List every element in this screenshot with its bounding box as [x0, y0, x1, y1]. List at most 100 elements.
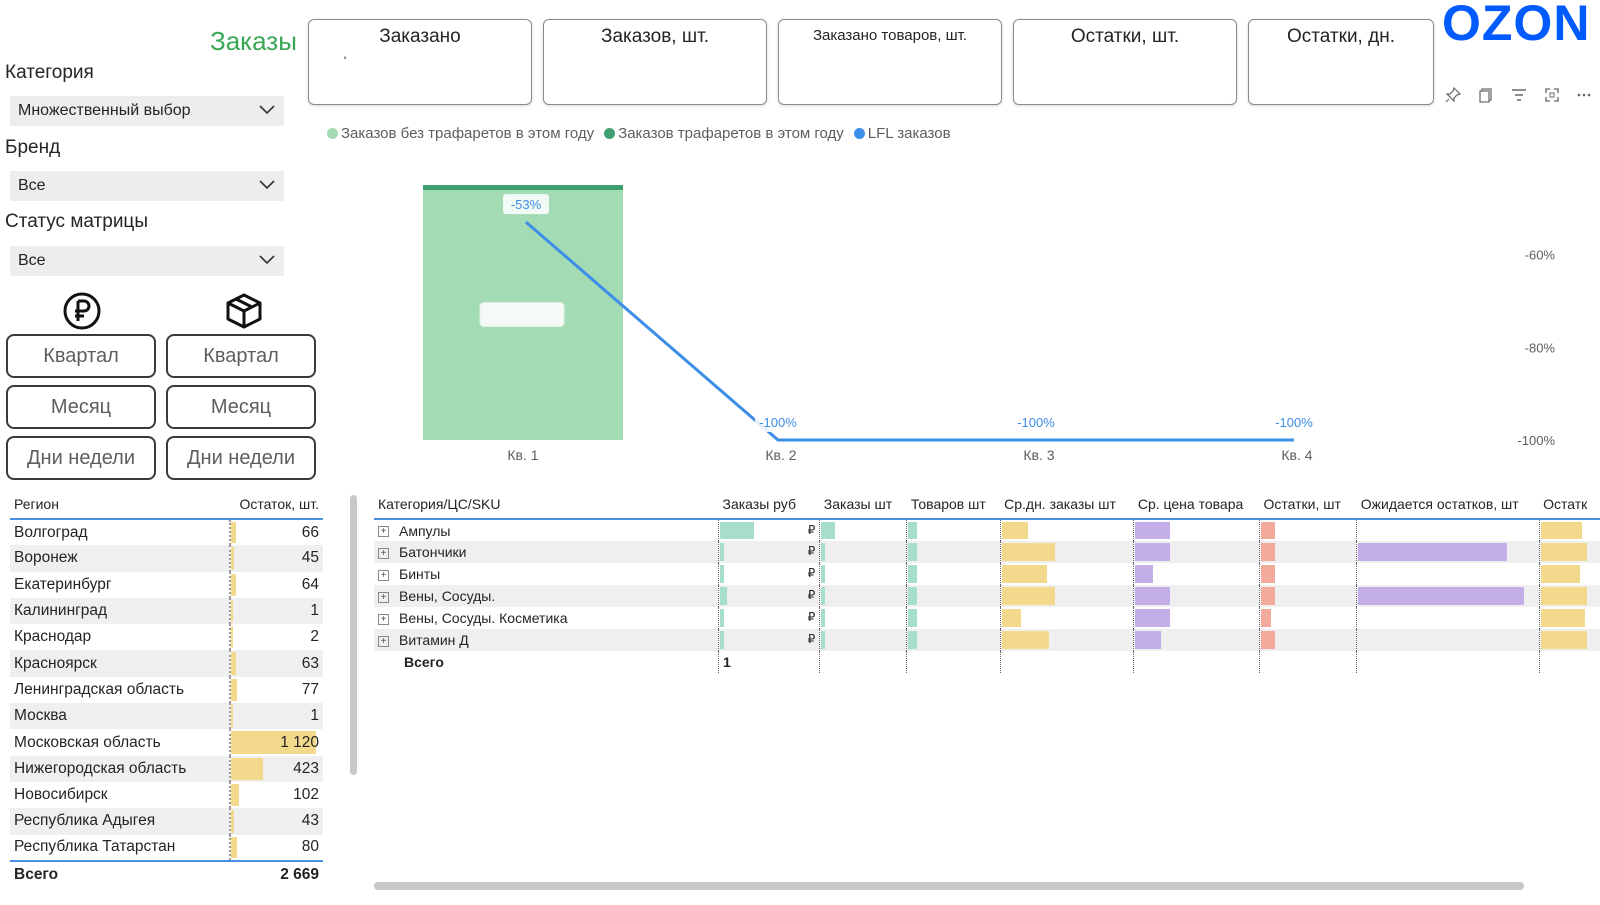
- weekday-button-rub[interactable]: Дни недели: [6, 436, 156, 480]
- quarter-button-rub[interactable]: Квартал: [6, 334, 156, 378]
- category-cell: + Бинты: [374, 563, 718, 585]
- table-row[interactable]: Новосибирск 102: [10, 781, 323, 809]
- matrix-column-header[interactable]: Ожидается остатков, шт: [1356, 489, 1540, 520]
- kpi-card-orders-count[interactable]: Заказов, шт.: [543, 19, 767, 105]
- column-header-stock[interactable]: Остаток, шт.: [230, 489, 323, 520]
- expand-icon[interactable]: +: [378, 635, 389, 647]
- matrix-column-header[interactable]: Ср. цена товара: [1133, 489, 1260, 520]
- copy-icon[interactable]: [1477, 86, 1495, 104]
- weekday-button-qty[interactable]: Дни недели: [166, 436, 316, 480]
- table-row[interactable]: Республика Адыгея 43: [10, 808, 323, 835]
- category-sku-matrix: Категория/ЦС/SKU Заказы руб Заказы шт Товар…: [374, 489, 1600, 673]
- kpi-card-goods-ordered[interactable]: Заказано товаров, шт.: [778, 19, 1002, 105]
- category-name: Бинты: [399, 566, 441, 582]
- matrix-column-header[interactable]: Категория/ЦС/SKU: [374, 489, 719, 520]
- matrix-column-header[interactable]: Остатки, шт: [1259, 489, 1357, 520]
- column-header-region[interactable]: Регион: [10, 489, 230, 520]
- box-icon[interactable]: [222, 289, 266, 329]
- stock-cell: 423: [229, 755, 323, 782]
- matrix-row[interactable]: + Вены, Сосуды. ₽: [374, 585, 1600, 607]
- metric-cell: [1133, 585, 1260, 607]
- data-bar: [719, 565, 724, 583]
- table-row[interactable]: Краснодар 2: [10, 624, 323, 651]
- month-button-qty[interactable]: Месяц: [166, 385, 316, 429]
- matrix-status-filter-dropdown[interactable]: Все: [10, 246, 284, 276]
- kpi-card-stock-qty[interactable]: Остатки, шт.: [1013, 19, 1237, 105]
- category-cell: + Батончики: [374, 541, 719, 563]
- total-label: Всего: [374, 651, 719, 673]
- table-row[interactable]: Екатеринбург 64: [10, 571, 323, 598]
- brand-filter-dropdown[interactable]: Все: [10, 171, 284, 201]
- table-row[interactable]: Нижегородская область 423: [10, 755, 323, 782]
- quarter-button-qty[interactable]: Квартал: [166, 334, 316, 378]
- kpi-card-ordered[interactable]: Заказано ': [308, 19, 532, 105]
- kpi-card-stock-days[interactable]: Остатки, дн.: [1248, 19, 1434, 105]
- stock-cell: 66: [229, 519, 323, 546]
- table-row[interactable]: Москва 1: [10, 703, 323, 730]
- category-filter-dropdown[interactable]: Множественный выбор: [10, 96, 284, 126]
- legend-item-lfl[interactable]: LFL заказов: [853, 125, 951, 142]
- expand-icon[interactable]: +: [378, 547, 389, 559]
- month-button-rub[interactable]: Месяц: [6, 385, 156, 429]
- legend-item-no-stencil[interactable]: Заказов без трафаретов в этом году: [327, 125, 594, 142]
- data-bar: [1358, 543, 1508, 561]
- matrix-horizontal-scrollbar[interactable]: [374, 882, 1524, 890]
- data-bar: [1135, 631, 1162, 649]
- table-row[interactable]: Калининград 1: [10, 597, 323, 625]
- stock-value: 102: [293, 786, 319, 804]
- matrix-row[interactable]: + Батончики ₽: [374, 541, 1600, 563]
- more-options-icon[interactable]: [1575, 86, 1593, 104]
- expand-icon[interactable]: +: [378, 613, 389, 625]
- region-name: Республика Адыгея: [10, 808, 230, 835]
- ozon-logo: OZON: [1442, 0, 1591, 51]
- currency-mark: ₽: [807, 544, 816, 558]
- metric-cell: [1258, 607, 1357, 629]
- table-row[interactable]: Красноярск 63: [10, 650, 323, 677]
- data-bar: [1001, 631, 1049, 649]
- data-bar: [908, 543, 918, 561]
- x-axis-label: Кв. 2: [765, 447, 796, 463]
- focus-mode-icon[interactable]: [1543, 86, 1561, 104]
- matrix-row[interactable]: + Ампулы ₽: [374, 519, 1600, 541]
- table-row[interactable]: Ленинградская область 77: [10, 676, 323, 704]
- matrix-row[interactable]: + Вены, Сосуды. Косметика ₽: [374, 607, 1600, 629]
- metric-cell: [1258, 541, 1357, 563]
- expand-icon[interactable]: +: [378, 569, 389, 581]
- matrix-column-header[interactable]: Ср.дн. заказы шт: [1000, 489, 1134, 520]
- expand-icon[interactable]: +: [378, 526, 389, 538]
- matrix-column-header[interactable]: Остатк: [1539, 489, 1600, 520]
- data-bar: [719, 631, 724, 649]
- stock-value: 63: [301, 654, 319, 672]
- ruble-icon[interactable]: [62, 291, 102, 331]
- table-row[interactable]: Волгоград 66: [10, 519, 323, 546]
- filter-icon[interactable]: [1510, 86, 1528, 104]
- kpi-title: Заказов, шт.: [601, 26, 709, 47]
- data-bar: [231, 810, 235, 833]
- metric-cell: ₽: [717, 563, 820, 585]
- expand-icon[interactable]: +: [378, 591, 389, 603]
- pin-icon[interactable]: [1444, 86, 1462, 104]
- metric-cell: [819, 585, 907, 607]
- table-row[interactable]: Воронеж 45: [10, 545, 323, 572]
- metric-cell: [906, 607, 1001, 629]
- region-table-scrollbar[interactable]: [350, 495, 357, 775]
- metric-cell: [1538, 541, 1600, 563]
- matrix-column-header[interactable]: Товаров шт: [906, 489, 1001, 520]
- metric-cell: [1133, 629, 1260, 651]
- stock-cell: 1: [229, 597, 323, 625]
- matrix-column-header[interactable]: Заказы шт: [819, 489, 907, 520]
- legend-item-stencil[interactable]: Заказов трафаретов в этом году: [604, 125, 844, 142]
- brand-filter-value: Все: [18, 177, 46, 194]
- metric-cell: [906, 651, 1001, 673]
- table-row[interactable]: Московская область 1 120: [10, 729, 323, 756]
- bar-data-label-box: [479, 302, 565, 327]
- matrix-row[interactable]: + Бинты ₽: [374, 563, 1600, 585]
- x-axis-label: Кв. 1: [507, 447, 538, 463]
- lfl-data-label: -53%: [511, 197, 542, 212]
- data-bar: [1260, 631, 1275, 649]
- table-row[interactable]: Республика Татарстан 80: [10, 834, 323, 861]
- matrix-row[interactable]: + Витамин Д ₽: [374, 629, 1600, 651]
- total-value: 1: [717, 651, 820, 673]
- stock-cell: 1: [229, 703, 323, 730]
- matrix-column-header[interactable]: Заказы руб: [718, 489, 820, 520]
